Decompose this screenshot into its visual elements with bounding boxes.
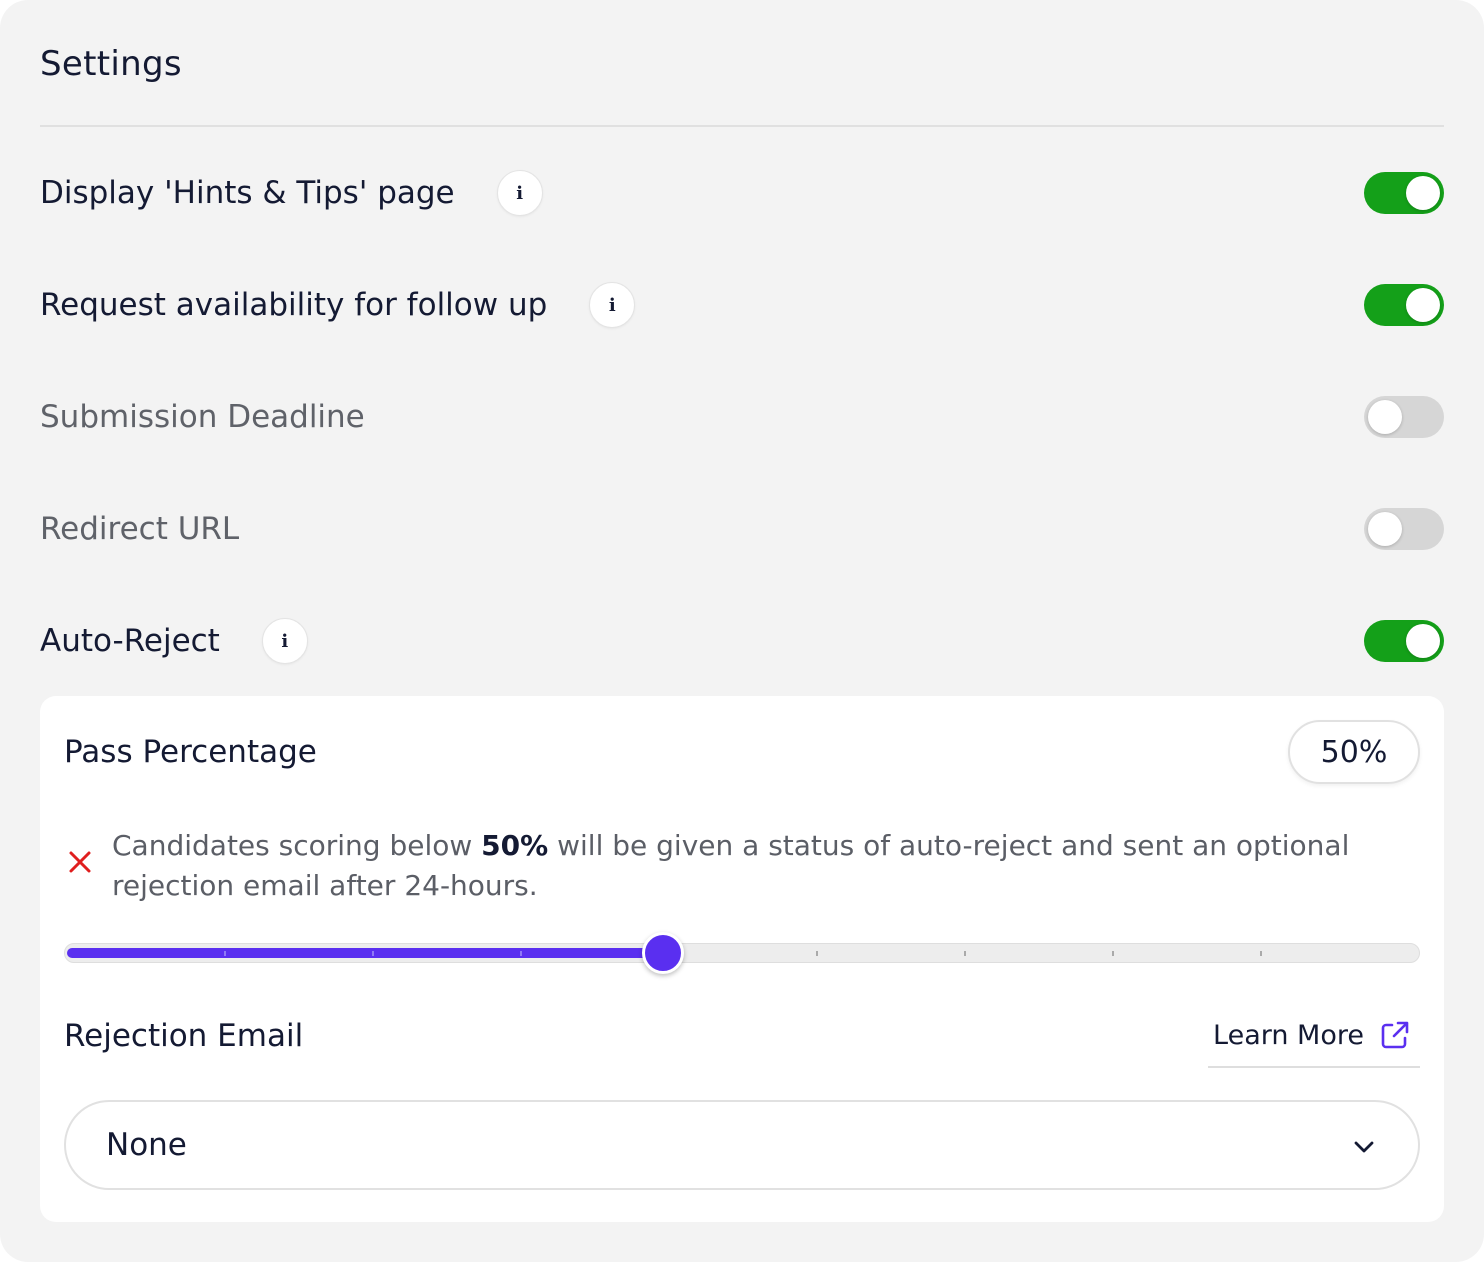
toggle-knob (1406, 624, 1440, 658)
divider (40, 125, 1444, 127)
setting-label: Auto-Reject (40, 623, 220, 659)
setting-row-request-availability: Request availability for follow up i (40, 275, 1444, 335)
info-icon[interactable]: i (261, 618, 308, 664)
toggle-knob (1368, 400, 1402, 434)
toggle-request-availability[interactable] (1364, 284, 1444, 326)
external-link-icon[interactable] (1378, 1018, 1412, 1052)
setting-label: Submission Deadline (40, 399, 365, 435)
notice-text: Candidates scoring below 50% will be giv… (112, 826, 1402, 906)
setting-row-redirect-url: Redirect URL (40, 499, 1444, 559)
setting-row-hints-tips: Display 'Hints & Tips' page i (40, 163, 1444, 223)
pass-percentage-label: Pass Percentage (64, 734, 317, 770)
slider-tick (816, 951, 818, 956)
toggle-knob (1406, 288, 1440, 322)
setting-row-auto-reject: Auto-Reject i (40, 611, 1444, 671)
setting-label: Redirect URL (40, 511, 240, 547)
slider-fill (67, 948, 664, 958)
rejection-email-label: Rejection Email (64, 1018, 304, 1054)
setting-row-submission-deadline: Submission Deadline (40, 387, 1444, 447)
slider-tick (1112, 951, 1114, 956)
select-value: None (106, 1127, 187, 1163)
pass-percentage-slider[interactable] (64, 932, 1420, 974)
close-icon (69, 851, 91, 873)
setting-label: Display 'Hints & Tips' page (40, 175, 455, 211)
chevron-down-icon (1354, 1141, 1374, 1153)
settings-panel: Settings Display 'Hints & Tips' page i R… (0, 0, 1484, 1262)
info-icon[interactable]: i (589, 282, 636, 328)
auto-reject-card: Pass Percentage 50% Candidates scoring b… (40, 696, 1444, 1222)
toggle-auto-reject[interactable] (1364, 620, 1444, 662)
toggle-submission-deadline[interactable] (1364, 396, 1444, 438)
toggle-knob (1368, 512, 1402, 546)
toggle-redirect-url[interactable] (1364, 508, 1444, 550)
notice-value: 50% (481, 829, 549, 862)
toggle-knob (1406, 176, 1440, 210)
learn-more-text[interactable]: Learn More (1213, 1020, 1364, 1051)
pass-percentage-input[interactable]: 50% (1288, 720, 1420, 784)
slider-tick (964, 951, 966, 956)
rejection-email-select[interactable]: None (64, 1100, 1420, 1190)
slider-tick (520, 951, 522, 956)
toggle-hints-tips[interactable] (1364, 172, 1444, 214)
info-icon[interactable]: i (496, 170, 543, 216)
slider-thumb[interactable] (642, 932, 685, 974)
slider-tick (372, 951, 374, 956)
learn-more-link[interactable]: Learn More (1208, 1018, 1420, 1068)
page-title: Settings (40, 44, 182, 84)
notice-prefix: Candidates scoring below (112, 829, 482, 862)
slider-tick (224, 951, 226, 956)
slider-tick (1260, 951, 1262, 956)
setting-label: Request availability for follow up (40, 287, 548, 323)
